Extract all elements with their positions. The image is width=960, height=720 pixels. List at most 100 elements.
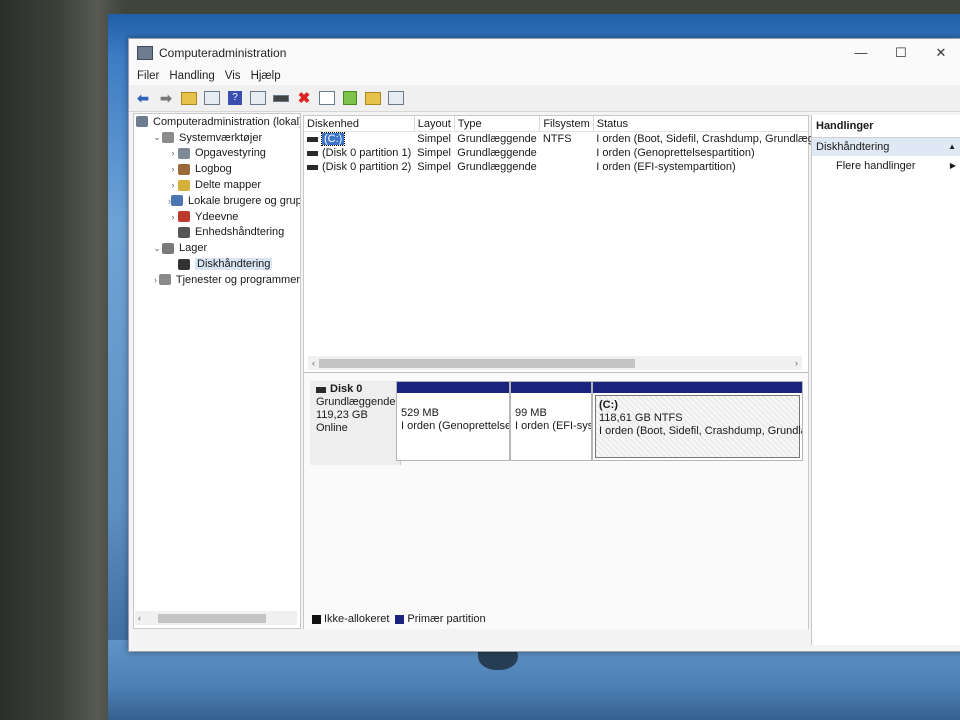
menu-help[interactable]: Hjælp (249, 70, 289, 82)
tree-item[interactable]: › Logbog (134, 161, 300, 177)
tree-item[interactable]: › Ydeevne (134, 209, 300, 225)
volume-row[interactable]: (Disk 0 partition 1) Simpel Grundlæggende I… (304, 146, 835, 160)
partition-status: I orden (Genoprettelse (401, 420, 509, 432)
legend-label-unallocated: Ikke-allokeret (324, 613, 390, 625)
scrollbar-thumb[interactable] (158, 613, 266, 623)
tree-item-label: Tjenester og programmer (175, 273, 300, 286)
menu-file[interactable]: Filer (135, 70, 167, 82)
more-actions-label: Flere handlinger (836, 160, 916, 172)
log-icon (178, 163, 190, 175)
partition-bar (593, 382, 802, 393)
close-button[interactable]: ✕ (921, 39, 960, 67)
disk-icon (316, 386, 326, 393)
properties-icon[interactable] (248, 88, 268, 108)
menu-bar: Filer Handling Vis Hjælp (129, 67, 960, 85)
partition-size: 118,61 GB NTFS (599, 412, 683, 424)
column-header-status[interactable]: Status (593, 116, 836, 132)
expand-arrow-icon[interactable]: ⌄ (152, 243, 162, 254)
tree-item[interactable]: ⌄ Lager (134, 240, 300, 256)
scroll-left-icon[interactable]: ‹ (308, 358, 319, 368)
tree-item[interactable]: › Delte mapper (134, 177, 300, 193)
tree-item[interactable]: › Tjenester og programmer (134, 272, 300, 288)
volume-icon (307, 150, 318, 156)
expand-arrow-icon[interactable]: ⌄ (152, 132, 162, 143)
tree-item-label: Diskhåndtering (195, 258, 273, 271)
volume-cell: NTFS (542, 133, 572, 145)
clock-icon (178, 147, 190, 159)
legend: Ikke-allokeret Primær partition (310, 613, 486, 625)
volume-row[interactable]: (C:) Simpel Grundlæggende NTFS I orden (Boot… (304, 132, 835, 146)
volume-list-scrollbar[interactable]: ‹ › (308, 356, 802, 370)
help-icon[interactable]: ? (225, 88, 245, 108)
scroll-right-icon[interactable]: › (795, 358, 802, 368)
maximize-button[interactable]: ☐ (881, 39, 921, 67)
volume-cell: I orden (Genoprettelsespartition) (596, 147, 755, 159)
volume-row[interactable]: (Disk 0 partition 2) Simpel Grundlæggende I… (304, 160, 835, 174)
back-arrow-icon[interactable]: ⬅ (133, 88, 153, 108)
new-volume-icon[interactable] (340, 88, 360, 108)
legend-swatch-unallocated (312, 614, 321, 624)
column-header-filesystem[interactable]: Filsystem (539, 116, 594, 132)
collapse-arrow-icon[interactable]: › (152, 275, 159, 285)
menu-view[interactable]: Vis (223, 70, 249, 82)
collapse-arrow-icon[interactable]: › (168, 164, 178, 174)
computer-icon (136, 116, 148, 128)
tree-item-label: Computeradministration (lokal) (153, 115, 300, 128)
collapse-arrow-icon[interactable]: › (168, 180, 178, 190)
tree-item[interactable]: Computeradministration (lokal) (134, 114, 300, 130)
volume-list: Diskenhed Layout Type Filsystem Status (… (304, 116, 836, 174)
tree-item-label: Lager (179, 242, 208, 255)
tree-item[interactable]: Diskhåndtering (134, 256, 300, 272)
column-header-type[interactable]: Type (454, 116, 541, 132)
list-view-icon[interactable] (386, 88, 406, 108)
open-folder-icon[interactable] (363, 88, 383, 108)
volume-cell: Grundlæggende (457, 147, 537, 159)
disk-name: Disk 0 (330, 383, 363, 395)
partition-title: (C:) (599, 399, 618, 411)
volume-cell: (Disk 0 partition 2) (304, 160, 414, 174)
show-hide-tree-icon[interactable] (202, 88, 222, 108)
disk-icon (178, 258, 190, 270)
partition-status: I orden (Boot, Sidefil, Crashdump, Grund… (599, 425, 802, 437)
partition-c[interactable]: (C:) 118,61 GB NTFS I orden (Boot, Sidef… (592, 381, 803, 461)
minimize-button[interactable]: — (841, 39, 881, 67)
forward-arrow-icon[interactable]: ➡ (156, 88, 176, 108)
tree-item-label: Opgavestyring (195, 147, 266, 160)
column-header-layout[interactable]: Layout (414, 116, 455, 132)
check-icon[interactable] (317, 88, 337, 108)
partition-recovery[interactable]: 529 MB I orden (Genoprettelse (396, 381, 510, 461)
performance-icon (178, 211, 190, 223)
up-folder-icon[interactable] (179, 88, 199, 108)
tree-item[interactable]: ⌄ Systemværktøjer (134, 130, 300, 146)
disk-map: Disk 0 Grundlæggende 119,23 GB Online 52… (304, 372, 808, 629)
delete-icon[interactable]: ✖ (294, 88, 314, 108)
tree-item[interactable]: › Opgavestyring (134, 146, 300, 162)
volume-list-header: Diskenhed Layout Type Filsystem Status (304, 116, 836, 132)
partition-size: 99 MB (515, 407, 547, 419)
collapse-icon[interactable]: ▲ (948, 138, 956, 156)
connect-drive-icon[interactable] (271, 88, 291, 108)
actions-section-label: Diskhåndtering (816, 141, 890, 153)
tree-item[interactable]: › Lokale brugere og grupp (134, 193, 300, 209)
device-icon (178, 226, 190, 238)
scrollbar-thumb[interactable] (319, 358, 635, 368)
volume-name: (C:) (320, 132, 346, 146)
column-header-volume[interactable]: Diskenhed (304, 116, 415, 132)
menu-action[interactable]: Handling (167, 70, 222, 82)
more-actions[interactable]: Flere handlinger ▶ (812, 156, 960, 176)
computer-management-window: Computeradministration — ☐ ✕ Filer Handl… (128, 38, 960, 652)
tree-scrollbar[interactable]: ‹ (135, 611, 297, 625)
tree-item[interactable]: Enhedshåndtering (134, 225, 300, 241)
scroll-left-icon[interactable]: ‹ (135, 613, 144, 623)
collapse-arrow-icon[interactable]: › (168, 212, 178, 222)
disk-info[interactable]: Disk 0 Grundlæggende 119,23 GB Online (310, 381, 401, 465)
volume-cell (540, 146, 593, 160)
volume-cell (540, 160, 593, 174)
actions-section-disk-management[interactable]: Diskhåndtering ▲ (812, 138, 960, 156)
tree-item-label: Delte mapper (195, 179, 262, 192)
partition-size: 529 MB (401, 407, 439, 419)
partition-efi[interactable]: 99 MB I orden (EFI-syst (510, 381, 592, 461)
collapse-arrow-icon[interactable]: › (168, 148, 178, 158)
volume-cell: (Disk 0 partition 1) (304, 146, 414, 160)
volume-cell: Simpel (417, 133, 451, 145)
